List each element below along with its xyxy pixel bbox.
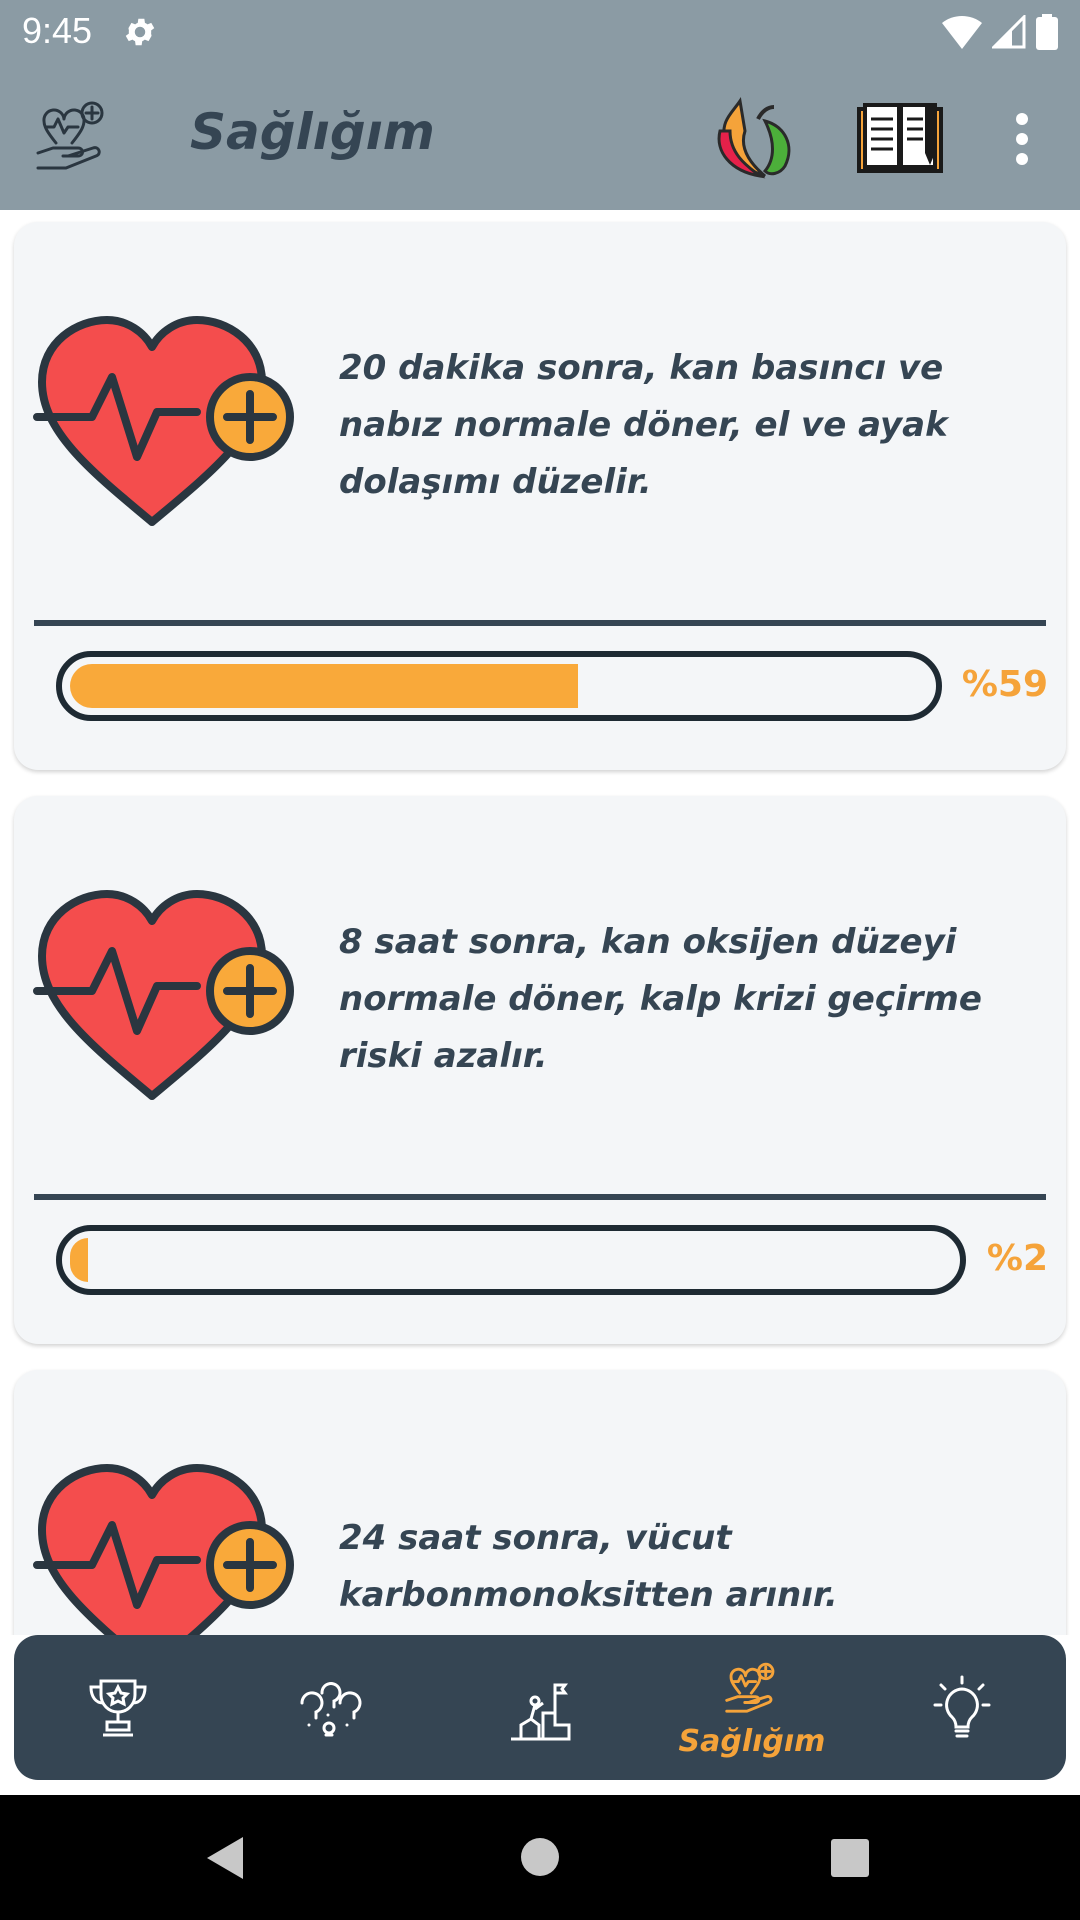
settings-gear-icon xyxy=(125,18,155,46)
health-hand-icon xyxy=(36,101,104,170)
health-card: 20 dakika sonra, kan basıncı ve nabız no… xyxy=(14,222,1066,770)
progress-percent: %59 xyxy=(961,664,1048,705)
nav-achievements[interactable] xyxy=(38,1635,198,1780)
heart-plus-icon xyxy=(33,316,294,526)
heart-plus-icon xyxy=(33,890,294,1100)
journal-book-icon[interactable] xyxy=(855,99,945,179)
status-bar: 9:45 xyxy=(0,0,1080,63)
health-hand-icon xyxy=(725,1662,775,1713)
home-icon[interactable] xyxy=(520,1837,560,1877)
pepper-icon[interactable] xyxy=(710,91,800,186)
health-card-text: 8 saat sonra, kan oksijen düzeyi normale… xyxy=(339,922,982,1076)
more-options-icon[interactable] xyxy=(1002,109,1042,169)
status-time: 9:45 xyxy=(22,10,93,51)
lightbulb-icon xyxy=(933,1675,991,1737)
divider xyxy=(34,1194,1046,1200)
progress-bar xyxy=(56,651,942,721)
progress-fill xyxy=(70,1238,88,1282)
nav-goals[interactable] xyxy=(460,1635,620,1780)
signal-icon xyxy=(992,15,1026,49)
health-card-text: 24 saat sonra, vücut karbonmonoksitten a… xyxy=(339,1518,838,1615)
progress-percent: %2 xyxy=(986,1238,1048,1279)
wifi-icon xyxy=(942,15,982,49)
back-icon[interactable] xyxy=(205,1835,245,1881)
health-card-text: 20 dakika sonra, kan basıncı ve nabız no… xyxy=(339,348,948,502)
trophy-icon xyxy=(89,1679,147,1736)
health-card: 24 saat sonra, vücut karbonmonoksitten a… xyxy=(14,1370,1066,1635)
progress-fill xyxy=(70,664,578,708)
battery-icon xyxy=(1036,14,1058,50)
bottom-navigation: Sağlığım xyxy=(14,1635,1066,1780)
app-bar: Sağlığım xyxy=(0,63,1080,210)
health-list[interactable]: 20 dakika sonra, kan basıncı ve nabız no… xyxy=(0,210,1080,1635)
page-title: Sağlığım xyxy=(190,103,435,161)
progress-bar xyxy=(56,1225,966,1295)
ideas-icon xyxy=(300,1681,362,1736)
nav-tips[interactable] xyxy=(882,1635,1042,1780)
nav-ideas[interactable] xyxy=(249,1635,409,1780)
system-navigation-bar xyxy=(0,1795,1080,1920)
divider xyxy=(34,620,1046,626)
nav-health-label: Sağlığım xyxy=(678,1723,826,1759)
health-card: 8 saat sonra, kan oksijen düzeyi normale… xyxy=(14,796,1066,1344)
nav-health[interactable]: Sağlığım xyxy=(672,1635,832,1780)
recents-icon[interactable] xyxy=(830,1838,870,1878)
climb-goal-icon xyxy=(511,1683,571,1740)
heart-plus-icon xyxy=(33,1464,294,1635)
